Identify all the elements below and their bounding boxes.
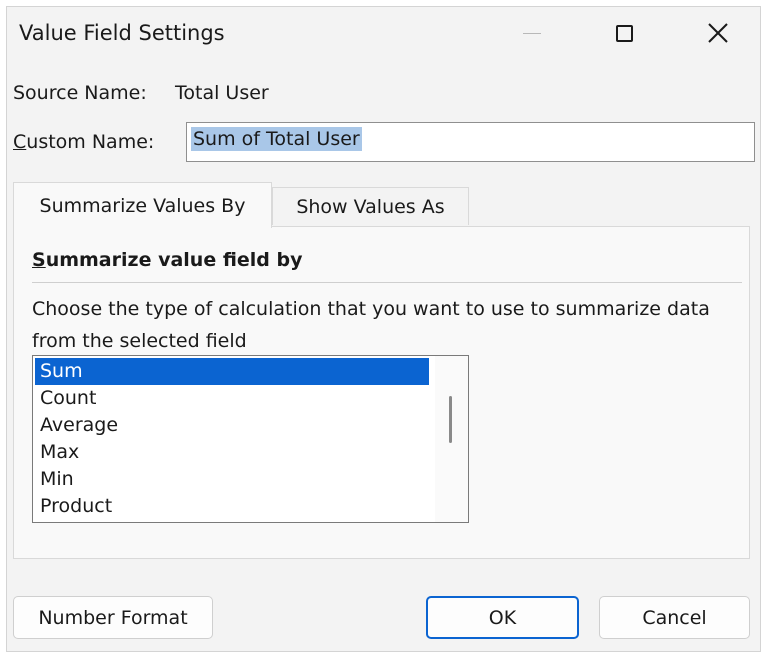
source-name-value: Total User: [175, 82, 269, 104]
source-name-label: Source Name:: [13, 82, 147, 104]
close-icon: [708, 23, 728, 43]
tab-summarize-values-by[interactable]: Summarize Values By: [13, 182, 272, 228]
list-item-max[interactable]: Max: [35, 439, 429, 466]
number-format-button[interactable]: Number Format: [13, 596, 213, 639]
listbox-scrollbar[interactable]: [435, 356, 468, 522]
scrollbar-thumb[interactable]: [449, 396, 452, 443]
custom-name-input[interactable]: Sum of Total User: [186, 122, 755, 162]
calculation-listbox[interactable]: Sum Count Average Max Min Product: [32, 355, 469, 523]
minimize-icon: [523, 32, 541, 34]
list-item-product[interactable]: Product: [35, 493, 429, 520]
group-heading: Summarize value field by: [32, 249, 303, 271]
maximize-button[interactable]: [597, 7, 651, 59]
close-button[interactable]: [691, 7, 745, 59]
value-field-settings-dialog: Value Field Settings Source Name: Total …: [6, 6, 761, 652]
maximize-icon: [615, 24, 633, 42]
ok-button[interactable]: OK: [426, 596, 579, 639]
tab-show-values-as[interactable]: Show Values As: [272, 187, 469, 225]
calculation-description: Choose the type of calculation that you …: [32, 298, 710, 352]
title-bar: Value Field Settings: [7, 7, 760, 63]
group-divider: [32, 282, 742, 283]
list-item-sum[interactable]: Sum: [35, 358, 429, 385]
cancel-button[interactable]: Cancel: [599, 596, 750, 639]
list-item-min[interactable]: Min: [35, 466, 429, 493]
list-item-average[interactable]: Average: [35, 412, 429, 439]
list-item-count[interactable]: Count: [35, 385, 429, 412]
window-title: Value Field Settings: [19, 21, 225, 45]
minimize-button[interactable]: [505, 7, 559, 59]
custom-name-label: Custom Name:: [13, 131, 155, 153]
summarize-tab-panel: Summarize value field by Choose the type…: [13, 226, 750, 559]
custom-name-value: Sum of Total User: [191, 127, 362, 151]
